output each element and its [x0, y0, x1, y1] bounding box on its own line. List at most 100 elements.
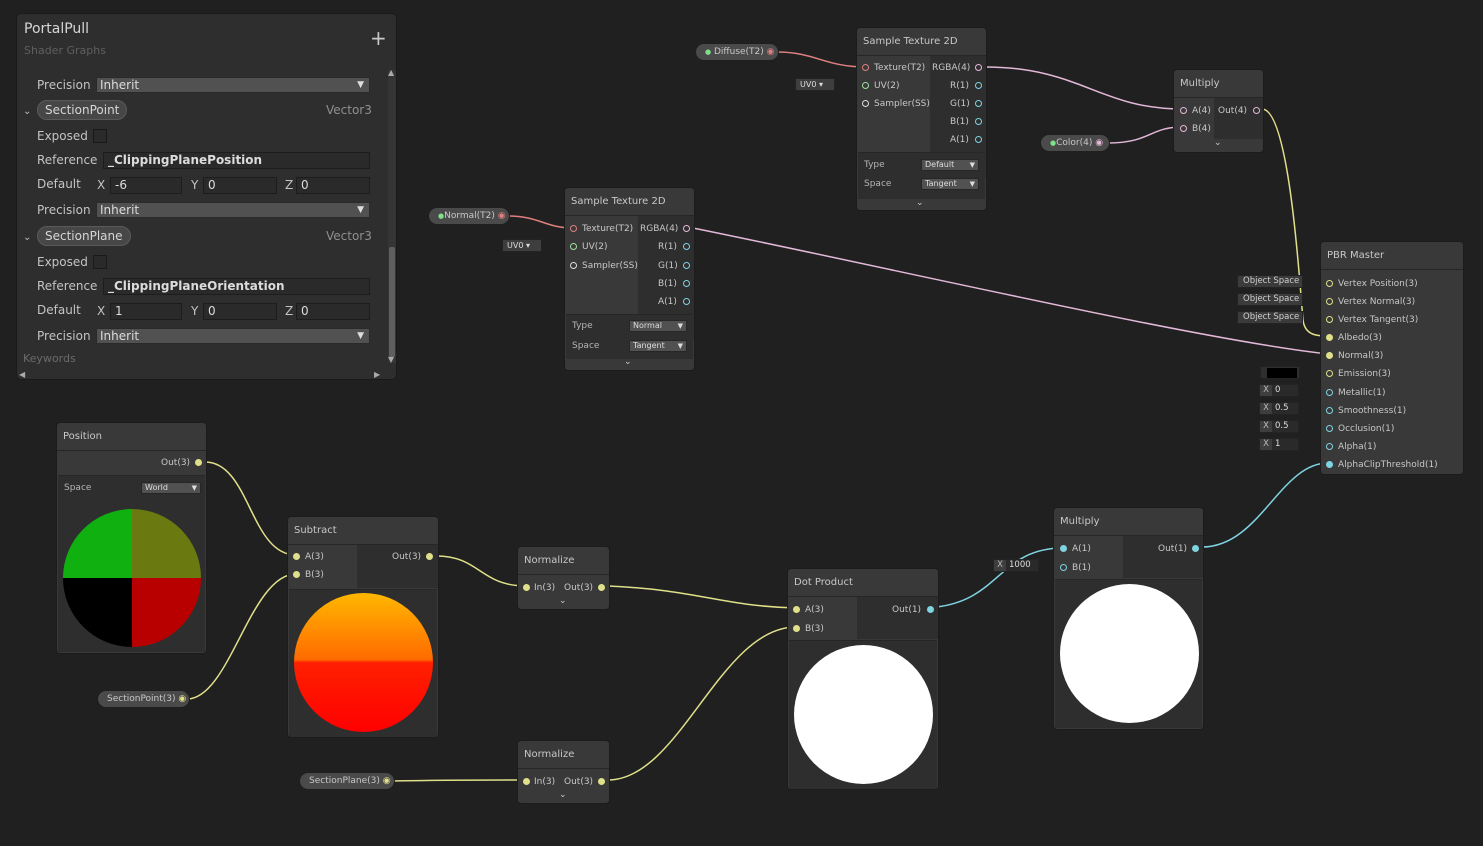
- diffuse-property-node[interactable]: ● Diffuse(T2) ◉: [695, 43, 779, 61]
- input-port-icon[interactable]: [1326, 407, 1333, 414]
- input-port-icon[interactable]: [1326, 389, 1333, 396]
- input-port-icon[interactable]: [570, 243, 577, 250]
- input-port-icon[interactable]: [862, 64, 869, 71]
- output-port-icon[interactable]: [975, 136, 982, 143]
- input-port-icon[interactable]: [1326, 298, 1333, 305]
- scroll-up-icon[interactable]: ▲: [388, 68, 394, 77]
- precision-dropdown[interactable]: Inherit ▼: [96, 77, 370, 93]
- input-port-icon[interactable]: [523, 584, 530, 591]
- scroll-left-icon[interactable]: ◀: [19, 370, 25, 379]
- output-port-icon[interactable]: ◉: [767, 47, 775, 57]
- output-port-icon[interactable]: [975, 64, 982, 71]
- scrollbar-thumb[interactable]: [389, 247, 395, 357]
- input-port-icon[interactable]: [1326, 316, 1333, 323]
- input-port-icon[interactable]: [1060, 564, 1067, 571]
- multiply-node[interactable]: Multiply A(4) B(4) Out(4) ⌄: [1173, 69, 1264, 153]
- output-port-icon[interactable]: [927, 606, 934, 613]
- normalize-node[interactable]: Normalize In(3) Out(3) ⌄: [517, 546, 610, 610]
- input-port-icon[interactable]: [1326, 334, 1333, 341]
- uv-dropdown[interactable]: UV0 ▾: [795, 78, 835, 91]
- scroll-right-icon[interactable]: ▶: [374, 370, 380, 379]
- space-dropdown[interactable]: World ▼: [141, 482, 201, 494]
- property-sectionplane[interactable]: SectionPlane: [37, 226, 131, 246]
- output-port-icon[interactable]: [683, 280, 690, 287]
- alpha-field[interactable]: X1: [1259, 438, 1299, 451]
- color-property-node[interactable]: ●Color(4) ◉: [1040, 134, 1110, 152]
- output-port-icon[interactable]: [975, 118, 982, 125]
- expand-chevron-icon[interactable]: ⌄: [624, 357, 632, 367]
- expand-chevron-icon[interactable]: ⌄: [916, 198, 924, 208]
- input-port-icon[interactable]: [1060, 545, 1067, 552]
- position-node[interactable]: Position Out(3) Space World ▼: [56, 422, 207, 654]
- expand-chevron-icon[interactable]: ⌄: [1214, 138, 1222, 148]
- input-port-icon[interactable]: [862, 82, 869, 89]
- property-sectionpoint[interactable]: SectionPoint: [37, 100, 128, 120]
- object-space-dropdown[interactable]: Object Space: [1237, 311, 1303, 324]
- default-y-field[interactable]: 0: [203, 177, 277, 194]
- collapse-icon[interactable]: ⌄: [23, 106, 31, 117]
- emission-color-field[interactable]: [1260, 366, 1300, 379]
- input-port-icon[interactable]: [570, 225, 577, 232]
- sectionpoint-property-node[interactable]: SectionPoint(3) ◉: [97, 690, 190, 708]
- output-port-icon[interactable]: [598, 584, 605, 591]
- output-port-icon[interactable]: ◉: [178, 694, 186, 704]
- input-port-icon[interactable]: [862, 100, 869, 107]
- output-port-icon[interactable]: [426, 553, 433, 560]
- output-port-icon[interactable]: [975, 100, 982, 107]
- output-port-icon[interactable]: ◉: [383, 776, 391, 786]
- input-port-icon[interactable]: [1326, 443, 1333, 450]
- output-port-icon[interactable]: [975, 82, 982, 89]
- type-dropdown[interactable]: Normal ▼: [629, 320, 687, 332]
- output-port-icon[interactable]: [1253, 107, 1260, 114]
- output-port-icon[interactable]: [683, 225, 690, 232]
- exposed-checkbox[interactable]: [93, 129, 107, 143]
- output-port-icon[interactable]: [598, 778, 605, 785]
- type-dropdown[interactable]: Default ▼: [921, 159, 979, 171]
- output-port-icon[interactable]: [195, 459, 202, 466]
- sample-texture-node[interactable]: Sample Texture 2D Texture(T2) UV(2) Samp…: [856, 27, 987, 211]
- scroll-down-icon[interactable]: ▼: [388, 355, 394, 364]
- input-port-icon[interactable]: [793, 625, 800, 632]
- object-space-dropdown[interactable]: Object Space: [1237, 293, 1303, 306]
- input-port-icon[interactable]: [523, 778, 530, 785]
- occlusion-field[interactable]: X 0.5: [1259, 420, 1299, 433]
- input-port-icon[interactable]: [1326, 370, 1333, 377]
- add-property-button[interactable]: +: [370, 28, 387, 48]
- normal-property-node[interactable]: ●Normal(T2) ◉: [428, 207, 510, 225]
- input-port-icon[interactable]: [1326, 425, 1333, 432]
- default-y-field[interactable]: 0: [203, 303, 277, 320]
- space-dropdown[interactable]: Tangent ▼: [629, 340, 687, 352]
- output-port-icon[interactable]: ◉: [1095, 138, 1103, 148]
- input-port-icon[interactable]: [793, 606, 800, 613]
- reference-field[interactable]: _ClippingPlanePosition: [103, 152, 370, 169]
- sample-texture-node[interactable]: Sample Texture 2D Texture(T2) UV(2) Samp…: [564, 187, 695, 371]
- output-port-icon[interactable]: [683, 298, 690, 305]
- expand-chevron-icon[interactable]: ⌄: [559, 596, 567, 606]
- normalize-node[interactable]: Normalize In(3) Out(3) ⌄: [517, 740, 610, 804]
- dot-product-node[interactable]: Dot Product A(3) B(3) Out(1): [787, 568, 939, 790]
- output-port-icon[interactable]: [683, 243, 690, 250]
- multiply-node[interactable]: Multiply A(1) B(1) Out(1): [1053, 507, 1204, 730]
- sectionplane-property-node[interactable]: SectionPlane(3) ◉: [299, 772, 395, 790]
- output-port-icon[interactable]: ◉: [498, 211, 506, 221]
- object-space-dropdown[interactable]: Object Space: [1237, 275, 1303, 288]
- smoothness-field[interactable]: X 0.5: [1259, 402, 1299, 415]
- input-port-icon[interactable]: [1180, 125, 1187, 132]
- input-port-icon[interactable]: [1326, 280, 1333, 287]
- input-port-icon[interactable]: [293, 553, 300, 560]
- space-dropdown[interactable]: Tangent ▼: [921, 178, 979, 190]
- expand-chevron-icon[interactable]: ⌄: [559, 790, 567, 800]
- precision-dropdown[interactable]: Inherit ▼: [96, 202, 370, 218]
- pbr-master-node[interactable]: PBR Master Vertex Position(3) Vertex Nor…: [1320, 241, 1464, 475]
- input-port-icon[interactable]: [1326, 461, 1333, 468]
- exposed-checkbox[interactable]: [93, 255, 107, 269]
- precision-dropdown[interactable]: Inherit ▼: [96, 328, 370, 344]
- default-z-field[interactable]: 0: [296, 303, 370, 320]
- reference-field[interactable]: _ClippingPlaneOrientation: [103, 278, 370, 295]
- input-port-icon[interactable]: [1326, 352, 1333, 359]
- collapse-icon[interactable]: ⌄: [23, 232, 31, 243]
- input-port-icon[interactable]: [293, 571, 300, 578]
- output-port-icon[interactable]: [1192, 545, 1199, 552]
- uv-dropdown[interactable]: UV0 ▾: [502, 239, 542, 252]
- default-x-field[interactable]: -6: [110, 177, 182, 194]
